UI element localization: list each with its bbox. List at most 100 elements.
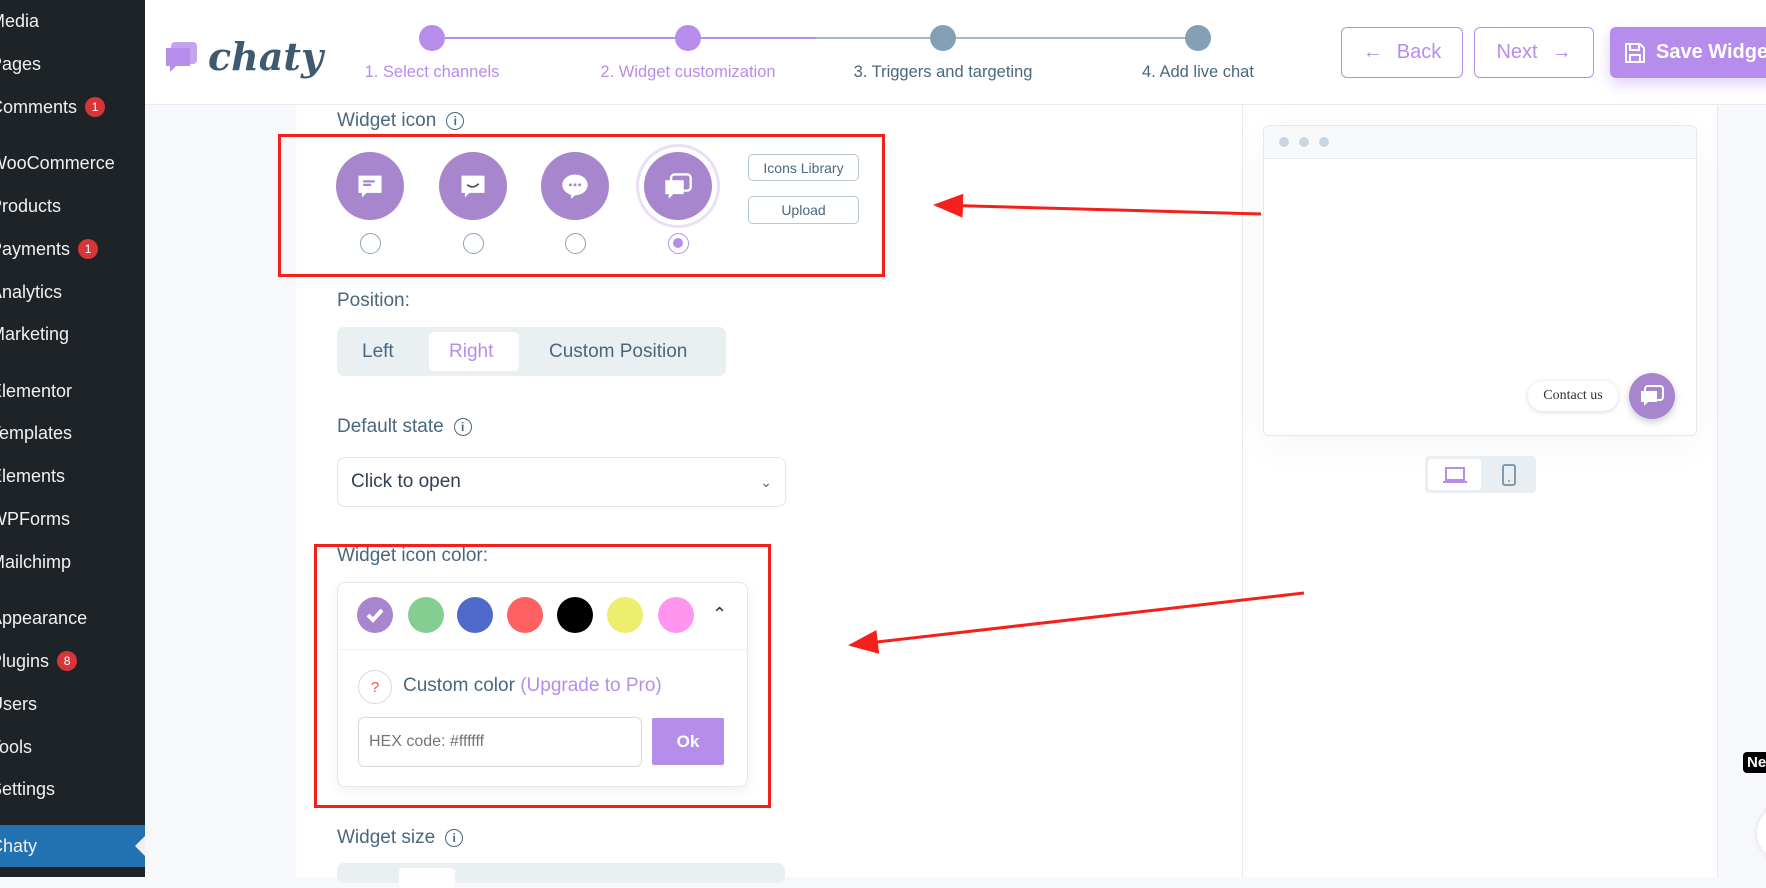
notification-badge: 8 [57,651,78,671]
browser-preview: Contact us [1263,125,1697,436]
sidebar-item-label: Appearance [0,608,88,628]
default-state-value: Click to open [351,471,461,492]
window-dot-icon [1299,137,1309,147]
sidebar-item-mailchimp[interactable]: Mailchimp [0,550,71,574]
sidebar-item-label: Payments [0,239,71,259]
admin-sidebar: Media Pages Comments 1 WooCommerce Products Pa… [0,0,145,877]
arrow-left-icon: ← [1362,41,1383,63]
widget-icon-label-text: Widget icon [337,110,437,131]
notification-badge: 1 [78,239,99,259]
step-dot[interactable] [419,25,445,51]
sidebar-item-elements[interactable]: Elements [0,464,65,488]
chat-widget-button[interactable] [1629,373,1675,419]
sidebar-item-label: Plugins [0,651,50,671]
sidebar-item-plugins[interactable]: Plugins 8 [0,649,78,673]
sidebar-item-pages[interactable]: Pages [0,52,41,76]
sidebar-item-label: Pages [0,54,42,74]
new-badge: Ne [1743,752,1766,773]
progress-line-todo [816,37,1199,39]
mobile-toggle[interactable] [1485,459,1533,490]
mobile-icon [1502,463,1516,486]
annotation-box-icon-color [314,544,771,808]
info-icon[interactable]: i [446,112,465,130]
step-label[interactable]: 1. Select channels [365,63,500,82]
sidebar-item-woocommerce[interactable]: WooCommerce [0,151,115,175]
browser-titlebar [1264,126,1696,159]
info-icon[interactable]: i [453,418,472,436]
position-right-option[interactable]: Right [449,327,493,376]
default-state-text: Default state [337,416,444,437]
sidebar-item-users[interactable]: Users [0,692,37,716]
position-segmented-control: Left Right Custom Position [337,327,726,376]
step-label[interactable]: 3. Triggers and targeting [854,63,1033,82]
widget-size-segmented-control[interactable] [337,863,785,888]
widget-icon-label: Widget icon i [337,110,465,132]
sidebar-item-elementor[interactable]: Elementor [0,379,72,403]
sidebar-item-label: Mailchimp [0,552,72,572]
sidebar-item-wpforms[interactable]: WPForms [0,507,70,531]
save-label: Save Widget [1656,41,1766,63]
position-custom-option[interactable]: Custom Position [549,327,687,376]
contact-us-tooltip: Contact us [1528,381,1618,411]
device-toggle [1425,456,1536,493]
sidebar-item-products[interactable]: Products [0,194,61,218]
default-state-label: Default state i [337,416,472,438]
next-label: Next [1496,41,1538,63]
sidebar-item-payments[interactable]: Payments 1 [0,237,99,261]
annotation-box-widget-icon [278,134,885,277]
window-dot-icon [1319,137,1329,147]
sidebar-item-tools[interactable]: Tools [0,735,32,759]
sidebar-item-label: WPForms [0,509,70,529]
sidebar-item-label: Tools [0,737,33,757]
chat-double-icon [1641,385,1664,406]
header: chaty 1. Select channels 2. Widget custom… [145,0,1766,105]
sidebar-item-comments[interactable]: Comments 1 [0,95,106,119]
step-label[interactable]: 4. Add live chat [1142,63,1254,82]
step-label[interactable]: 2. Widget customization [600,63,775,82]
window-dot-icon [1279,137,1289,147]
logo-text: chaty [208,34,324,79]
notification-badge: 1 [85,97,106,117]
sidebar-item-label: Products [0,196,62,216]
desktop-toggle[interactable] [1428,459,1481,490]
widget-size-text: Widget size [337,827,436,848]
chaty-logo-icon [166,41,197,72]
position-label: Position: [337,290,410,311]
laptop-icon [1442,466,1467,483]
widget-size-label: Widget size i [337,827,464,849]
default-state-select[interactable]: Click to open ⌄ [337,457,786,507]
step-dot[interactable] [675,25,701,51]
chevron-down-icon: ⌄ [760,473,772,490]
next-button[interactable]: Next → [1474,27,1594,78]
back-button[interactable]: ← Back [1341,27,1463,78]
sidebar-item-label: Users [0,694,38,714]
sidebar-item-label: Elements [0,466,66,486]
sidebar-item-appearance[interactable]: Appearance [0,606,87,630]
progress-line-done [445,37,816,39]
sidebar-item-templates[interactable]: Templates [0,421,72,445]
sidebar-active-arrow [135,836,145,856]
sidebar-item-label: Templates [0,423,73,443]
sidebar-item-analytics[interactable]: Analytics [0,280,62,304]
save-icon [1625,42,1645,63]
sidebar-item-label: Settings [0,779,56,799]
sidebar-item-label: WooCommerce [0,153,115,173]
info-icon[interactable]: i [445,829,464,847]
back-label: Back [1396,41,1442,63]
save-widget-button[interactable]: Save Widget [1610,27,1766,78]
step-dot[interactable] [1185,25,1211,51]
position-left-option[interactable]: Left [362,327,394,376]
sidebar-item-settings[interactable]: Settings [0,777,55,801]
sidebar-item-label: Marketing [0,324,70,344]
sidebar-item-label: Analytics [0,282,63,302]
sidebar-item-label: Elementor [0,381,73,401]
sidebar-item-label: Media [0,11,40,31]
sidebar-item-label: Chaty [0,836,38,856]
floating-help-button[interactable] [1757,805,1766,861]
sidebar-item-chaty[interactable]: Chaty [0,834,37,858]
sidebar-item-media[interactable]: Media [0,9,39,33]
sidebar-item-marketing[interactable]: Marketing [0,322,69,346]
step-dot[interactable] [930,25,956,51]
chaty-logo[interactable]: chaty [164,34,323,79]
size-selected-bg [399,868,455,888]
